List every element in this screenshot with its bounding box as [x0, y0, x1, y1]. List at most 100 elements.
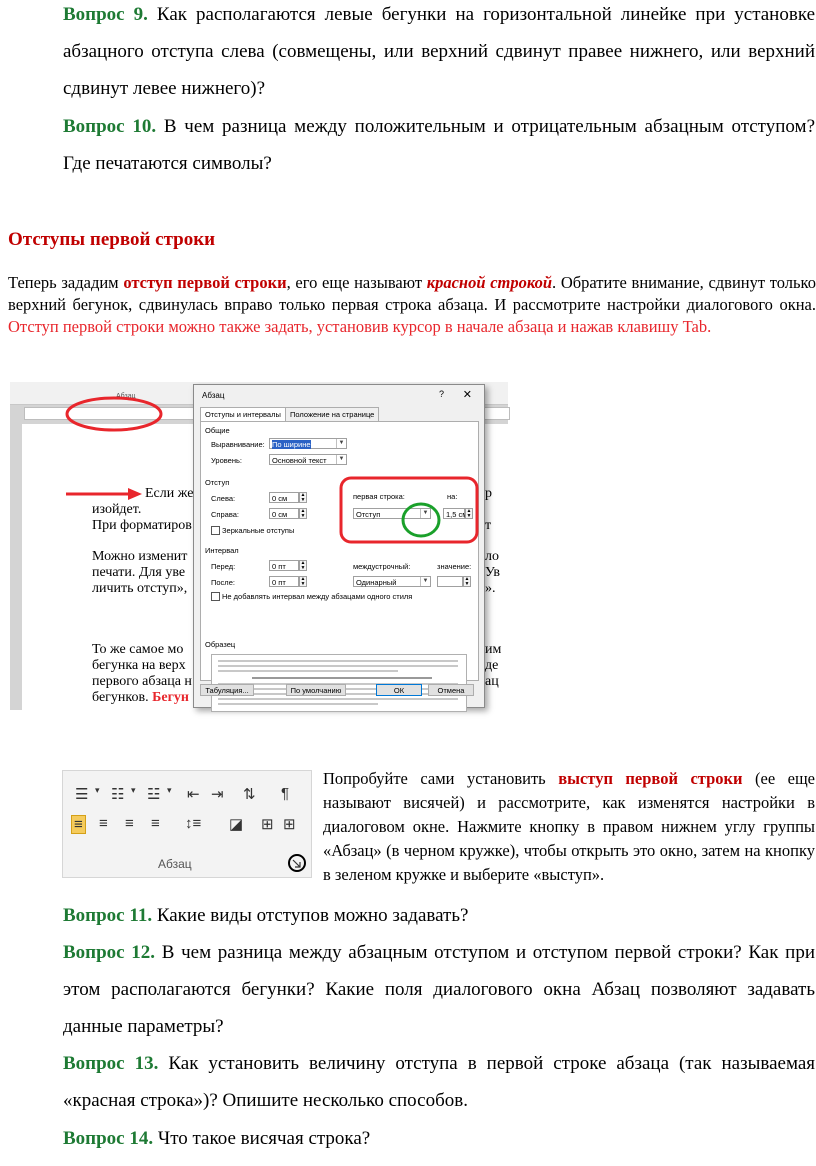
question-9-text: Как располагаются левые бегунки на гориз… — [63, 4, 816, 99]
set-default-button[interactable]: По умолчанию — [286, 684, 346, 696]
tab-indents-spacing[interactable]: Отступы и интервалы — [200, 407, 286, 421]
green-circle-highlight — [401, 502, 441, 538]
doc-line: бегунка на верх — [92, 658, 186, 673]
doc-line-right: ло — [485, 549, 499, 564]
pilcrow-icon[interactable]: ¶ — [281, 785, 289, 802]
alignment-select[interactable]: По ширине ▼ — [269, 438, 347, 449]
question-14: Вопрос 14. Что такое висячая строка? — [63, 1120, 815, 1157]
doc-line: печати. Для уве — [92, 565, 186, 580]
para-red-text: Отступ первой строки можно также задать,… — [8, 317, 712, 336]
question-11-label: Вопрос 11. — [63, 905, 153, 926]
bullets-icon[interactable]: ☰ — [75, 785, 88, 803]
chevron-down-icon[interactable]: ▾ — [95, 785, 100, 796]
doc-line-right: Ув — [485, 565, 500, 580]
section-paragraph: Теперь зададим отступ первой строки, его… — [8, 272, 816, 338]
doc-line-right: р — [485, 486, 492, 501]
borders-icon[interactable]: ⊞ — [261, 815, 274, 833]
tab-line-page-breaks[interactable]: Положение на странице — [285, 407, 380, 421]
help-icon[interactable]: ? — [439, 389, 444, 399]
doc-line: изойдет. — [92, 502, 142, 517]
doc-line-right: ». — [485, 581, 496, 596]
line-spacing-value-input[interactable] — [437, 576, 463, 587]
doc-line-right: им — [485, 642, 502, 657]
chevron-down-icon: ▼ — [420, 577, 430, 586]
level-select[interactable]: Основной текст ▼ — [269, 454, 347, 465]
side-highlight: выступ первой строки — [558, 769, 743, 788]
group-label: Абзац — [158, 857, 192, 871]
align-left-icon[interactable]: ≡ — [71, 815, 86, 834]
question-9-label: Вопрос 9. — [63, 4, 148, 25]
numbering-icon[interactable]: ☷ — [111, 785, 124, 803]
spacing-after-spinner[interactable]: ▲ ▼ — [299, 576, 307, 587]
ruler-highlight-oval — [65, 396, 163, 432]
doc-line: личить отступ», — [92, 581, 188, 596]
multilevel-list-icon[interactable]: ☳ — [147, 785, 160, 803]
left-indent-input[interactable]: 0 см — [269, 492, 299, 503]
paragraph-dialog: Абзац ? ✕ Отступы и интервалы Положение … — [193, 384, 485, 712]
question-11: Вопрос 11. Какие виды отступов можно зад… — [63, 897, 815, 934]
side-text-1: Попробуйте сами установить — [323, 769, 559, 788]
close-icon[interactable]: ✕ — [463, 388, 472, 401]
dialog-launcher-icon[interactable] — [287, 853, 307, 873]
mirror-indents-checkbox[interactable] — [211, 526, 220, 535]
group-indent: Отступ — [205, 478, 230, 487]
cancel-button[interactable]: Отмена — [428, 684, 474, 696]
no-space-checkbox[interactable] — [211, 592, 220, 601]
tabs-button[interactable]: Табуляция... — [200, 684, 254, 696]
line-spacing-label: междустрочный: — [353, 562, 411, 571]
left-indent-label: Слева: — [211, 494, 236, 503]
alignment-label: Выравнивание: — [211, 440, 265, 449]
para-text-2: , его еще называют — [286, 273, 427, 292]
doc-line: Можно изменит — [92, 549, 188, 564]
sort-icon[interactable]: ⇅ — [243, 785, 256, 803]
question-13: Вопрос 13. Как установить величину отсту… — [63, 1045, 815, 1119]
decrease-indent-icon[interactable]: ⇤ — [187, 785, 200, 803]
right-indent-input[interactable]: 0 см — [269, 508, 299, 519]
question-13-text: Как установить величину отступа в первой… — [63, 1053, 816, 1111]
question-13-label: Вопрос 13. — [63, 1053, 159, 1074]
line-spacing-value-label: значение: — [437, 562, 472, 571]
section-heading: Отступы первой строки — [8, 229, 216, 250]
spacing-after-label: После: — [211, 578, 235, 587]
red-arrow-icon — [66, 488, 142, 500]
mirror-indents-label: Зеркальные отступы — [222, 526, 295, 535]
line-spacing-value-spinner[interactable]: ▲ ▼ — [463, 576, 471, 587]
spacing-after-input[interactable]: 0 пт — [269, 576, 299, 587]
spacing-before-label: Перед: — [211, 562, 236, 571]
preview-box — [211, 654, 467, 712]
borders-more-icon[interactable]: ⊞ — [283, 815, 296, 833]
spacing-before-input[interactable]: 0 пт — [269, 560, 299, 571]
group-preview: Образец — [205, 640, 236, 649]
right-indent-spinner[interactable]: ▲ ▼ — [299, 508, 307, 519]
line-spacing-icon[interactable]: ↕≡ — [185, 815, 201, 832]
line-spacing-select[interactable]: Одинарный ▼ — [353, 576, 431, 587]
doc-line: При форматиров — [92, 518, 192, 533]
para-highlight-2: красной строкой — [426, 273, 553, 292]
increase-indent-icon[interactable]: ⇥ — [211, 785, 224, 803]
ok-button[interactable]: ОК — [376, 684, 422, 696]
doc-line: первого абзаца н — [92, 674, 192, 689]
align-right-icon[interactable]: ≡ — [125, 815, 134, 832]
question-10-text: В чем разница между положительным и отри… — [63, 116, 816, 174]
question-14-text: Что такое висячая строка? — [153, 1128, 371, 1149]
chevron-down-icon[interactable]: ▾ — [167, 785, 172, 796]
chevron-down-icon[interactable]: ▾ — [131, 785, 136, 796]
doc-line: бегунков. Бегун — [92, 690, 189, 705]
screenshot-word-dialog: Абзац Если же изойдет. При форматиров Мо… — [0, 382, 510, 722]
right-indent-label: Справа: — [211, 510, 239, 519]
spacing-before-spinner[interactable]: ▲ ▼ — [299, 560, 307, 571]
screenshot-paragraph-group: ☰ ▾ ☷ ▾ ☳ ▾ ⇤ ⇥ ⇅ ¶ ≡ ≡ ≡ ≡ ↕≡ ◪ ⊞ ⊞ Абз… — [62, 770, 312, 878]
question-10-label: Вопрос 10. — [63, 116, 157, 137]
doc-line-right: ац — [485, 674, 499, 689]
no-space-label: Не добавлять интервал между абзацами одн… — [222, 592, 413, 601]
shading-icon[interactable]: ◪ — [229, 815, 243, 833]
question-11-text: Какие виды отступов можно задавать? — [152, 905, 469, 926]
para-text-1: Теперь зададим — [8, 273, 124, 292]
group-general: Общие — [205, 426, 230, 435]
question-14-label: Вопрос 14. — [63, 1128, 154, 1149]
question-12: Вопрос 12. В чем разница между абзацным … — [63, 934, 815, 1045]
align-center-icon[interactable]: ≡ — [99, 815, 108, 832]
justify-icon[interactable]: ≡ — [151, 815, 160, 832]
left-indent-spinner[interactable]: ▲ ▼ — [299, 492, 307, 503]
para-highlight-1: отступ первой строки — [123, 273, 287, 292]
